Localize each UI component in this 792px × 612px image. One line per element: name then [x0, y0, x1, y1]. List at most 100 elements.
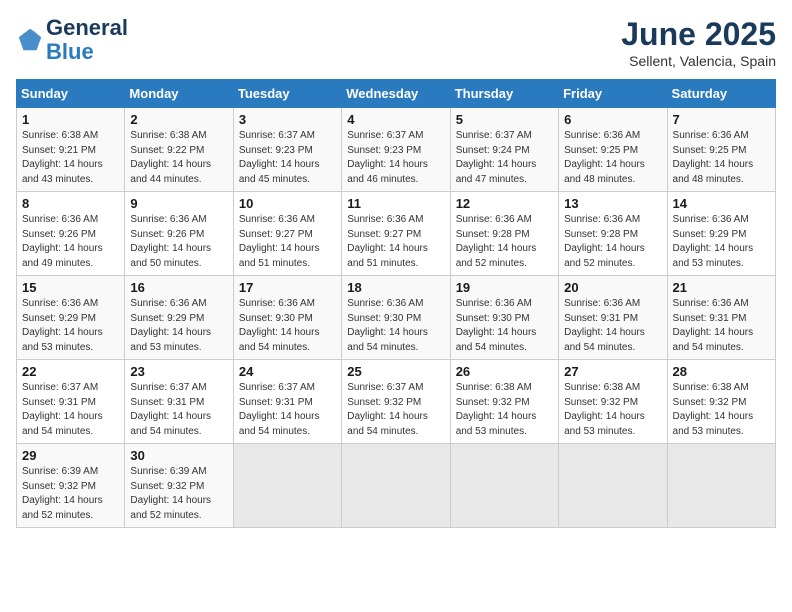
day-number: 6 — [564, 112, 661, 127]
day-info: Sunrise: 6:36 AMSunset: 9:30 PMDaylight:… — [347, 298, 428, 353]
day-info: Sunrise: 6:36 AMSunset: 9:30 PMDaylight:… — [239, 298, 320, 353]
day-number: 16 — [130, 280, 227, 295]
title-area: June 2025 Sellent, Valencia, Spain — [621, 16, 776, 69]
day-number: 10 — [239, 196, 336, 211]
day-number: 17 — [239, 280, 336, 295]
calendar-day-cell: 28 Sunrise: 6:38 AMSunset: 9:32 PMDaylig… — [667, 360, 775, 444]
calendar-day-cell — [233, 444, 341, 528]
day-number: 11 — [347, 196, 444, 211]
page-header: General Blue June 2025 Sellent, Valencia… — [16, 16, 776, 69]
calendar-day-cell: 3 Sunrise: 6:37 AMSunset: 9:23 PMDayligh… — [233, 108, 341, 192]
calendar-day-cell: 23 Sunrise: 6:37 AMSunset: 9:31 PMDaylig… — [125, 360, 233, 444]
col-friday: Friday — [559, 80, 667, 108]
day-number: 23 — [130, 364, 227, 379]
logo-line1: General — [46, 16, 128, 40]
day-info: Sunrise: 6:38 AMSunset: 9:21 PMDaylight:… — [22, 130, 103, 185]
calendar-day-cell: 13 Sunrise: 6:36 AMSunset: 9:28 PMDaylig… — [559, 192, 667, 276]
calendar-day-cell: 29 Sunrise: 6:39 AMSunset: 9:32 PMDaylig… — [17, 444, 125, 528]
calendar-week-row: 1 Sunrise: 6:38 AMSunset: 9:21 PMDayligh… — [17, 108, 776, 192]
calendar-day-cell: 20 Sunrise: 6:36 AMSunset: 9:31 PMDaylig… — [559, 276, 667, 360]
calendar-day-cell: 11 Sunrise: 6:36 AMSunset: 9:27 PMDaylig… — [342, 192, 450, 276]
day-number: 13 — [564, 196, 661, 211]
col-sunday: Sunday — [17, 80, 125, 108]
calendar-day-cell: 22 Sunrise: 6:37 AMSunset: 9:31 PMDaylig… — [17, 360, 125, 444]
day-number: 19 — [456, 280, 553, 295]
day-number: 28 — [673, 364, 770, 379]
day-info: Sunrise: 6:36 AMSunset: 9:30 PMDaylight:… — [456, 298, 537, 353]
calendar-day-cell: 24 Sunrise: 6:37 AMSunset: 9:31 PMDaylig… — [233, 360, 341, 444]
col-monday: Monday — [125, 80, 233, 108]
calendar-day-cell — [559, 444, 667, 528]
calendar-day-cell — [342, 444, 450, 528]
day-number: 14 — [673, 196, 770, 211]
day-number: 3 — [239, 112, 336, 127]
calendar-day-cell: 6 Sunrise: 6:36 AMSunset: 9:25 PMDayligh… — [559, 108, 667, 192]
day-info: Sunrise: 6:36 AMSunset: 9:27 PMDaylight:… — [347, 214, 428, 269]
calendar-table: Sunday Monday Tuesday Wednesday Thursday… — [16, 79, 776, 528]
calendar-day-cell: 12 Sunrise: 6:36 AMSunset: 9:28 PMDaylig… — [450, 192, 558, 276]
col-saturday: Saturday — [667, 80, 775, 108]
day-info: Sunrise: 6:37 AMSunset: 9:31 PMDaylight:… — [239, 382, 320, 437]
month-year: June 2025 — [621, 16, 776, 53]
calendar-day-cell: 21 Sunrise: 6:36 AMSunset: 9:31 PMDaylig… — [667, 276, 775, 360]
day-info: Sunrise: 6:36 AMSunset: 9:26 PMDaylight:… — [22, 214, 103, 269]
logo-icon — [16, 26, 44, 54]
day-info: Sunrise: 6:36 AMSunset: 9:25 PMDaylight:… — [673, 130, 754, 185]
day-number: 21 — [673, 280, 770, 295]
day-info: Sunrise: 6:36 AMSunset: 9:29 PMDaylight:… — [673, 214, 754, 269]
calendar-day-cell: 18 Sunrise: 6:36 AMSunset: 9:30 PMDaylig… — [342, 276, 450, 360]
day-info: Sunrise: 6:39 AMSunset: 9:32 PMDaylight:… — [130, 466, 211, 521]
calendar-day-cell: 19 Sunrise: 6:36 AMSunset: 9:30 PMDaylig… — [450, 276, 558, 360]
day-number: 22 — [22, 364, 119, 379]
day-info: Sunrise: 6:37 AMSunset: 9:24 PMDaylight:… — [456, 130, 537, 185]
day-number: 4 — [347, 112, 444, 127]
calendar-day-cell: 5 Sunrise: 6:37 AMSunset: 9:24 PMDayligh… — [450, 108, 558, 192]
day-number: 15 — [22, 280, 119, 295]
location: Sellent, Valencia, Spain — [621, 53, 776, 69]
day-number: 2 — [130, 112, 227, 127]
calendar-day-cell — [667, 444, 775, 528]
day-info: Sunrise: 6:37 AMSunset: 9:31 PMDaylight:… — [22, 382, 103, 437]
day-info: Sunrise: 6:36 AMSunset: 9:31 PMDaylight:… — [564, 298, 645, 353]
day-info: Sunrise: 6:36 AMSunset: 9:27 PMDaylight:… — [239, 214, 320, 269]
calendar-day-cell: 4 Sunrise: 6:37 AMSunset: 9:23 PMDayligh… — [342, 108, 450, 192]
col-thursday: Thursday — [450, 80, 558, 108]
day-number: 12 — [456, 196, 553, 211]
day-number: 1 — [22, 112, 119, 127]
day-info: Sunrise: 6:36 AMSunset: 9:26 PMDaylight:… — [130, 214, 211, 269]
day-info: Sunrise: 6:39 AMSunset: 9:32 PMDaylight:… — [22, 466, 103, 521]
day-number: 7 — [673, 112, 770, 127]
calendar-day-cell: 2 Sunrise: 6:38 AMSunset: 9:22 PMDayligh… — [125, 108, 233, 192]
day-number: 25 — [347, 364, 444, 379]
day-number: 27 — [564, 364, 661, 379]
calendar-day-cell: 7 Sunrise: 6:36 AMSunset: 9:25 PMDayligh… — [667, 108, 775, 192]
calendar-week-row: 15 Sunrise: 6:36 AMSunset: 9:29 PMDaylig… — [17, 276, 776, 360]
col-tuesday: Tuesday — [233, 80, 341, 108]
day-info: Sunrise: 6:38 AMSunset: 9:32 PMDaylight:… — [564, 382, 645, 437]
day-info: Sunrise: 6:38 AMSunset: 9:22 PMDaylight:… — [130, 130, 211, 185]
day-info: Sunrise: 6:37 AMSunset: 9:31 PMDaylight:… — [130, 382, 211, 437]
calendar-day-cell: 14 Sunrise: 6:36 AMSunset: 9:29 PMDaylig… — [667, 192, 775, 276]
calendar-header-row: Sunday Monday Tuesday Wednesday Thursday… — [17, 80, 776, 108]
logo: General Blue — [16, 16, 128, 64]
day-number: 24 — [239, 364, 336, 379]
day-info: Sunrise: 6:38 AMSunset: 9:32 PMDaylight:… — [673, 382, 754, 437]
calendar-day-cell: 8 Sunrise: 6:36 AMSunset: 9:26 PMDayligh… — [17, 192, 125, 276]
day-number: 29 — [22, 448, 119, 463]
day-info: Sunrise: 6:36 AMSunset: 9:28 PMDaylight:… — [456, 214, 537, 269]
calendar-day-cell: 9 Sunrise: 6:36 AMSunset: 9:26 PMDayligh… — [125, 192, 233, 276]
col-wednesday: Wednesday — [342, 80, 450, 108]
calendar-day-cell: 10 Sunrise: 6:36 AMSunset: 9:27 PMDaylig… — [233, 192, 341, 276]
logo-line2: Blue — [46, 40, 128, 64]
calendar-week-row: 8 Sunrise: 6:36 AMSunset: 9:26 PMDayligh… — [17, 192, 776, 276]
calendar-day-cell: 17 Sunrise: 6:36 AMSunset: 9:30 PMDaylig… — [233, 276, 341, 360]
calendar-day-cell: 16 Sunrise: 6:36 AMSunset: 9:29 PMDaylig… — [125, 276, 233, 360]
calendar-day-cell: 26 Sunrise: 6:38 AMSunset: 9:32 PMDaylig… — [450, 360, 558, 444]
day-info: Sunrise: 6:37 AMSunset: 9:32 PMDaylight:… — [347, 382, 428, 437]
calendar-day-cell: 1 Sunrise: 6:38 AMSunset: 9:21 PMDayligh… — [17, 108, 125, 192]
day-info: Sunrise: 6:37 AMSunset: 9:23 PMDaylight:… — [347, 130, 428, 185]
calendar-week-row: 22 Sunrise: 6:37 AMSunset: 9:31 PMDaylig… — [17, 360, 776, 444]
calendar-day-cell: 30 Sunrise: 6:39 AMSunset: 9:32 PMDaylig… — [125, 444, 233, 528]
calendar-week-row: 29 Sunrise: 6:39 AMSunset: 9:32 PMDaylig… — [17, 444, 776, 528]
day-number: 20 — [564, 280, 661, 295]
